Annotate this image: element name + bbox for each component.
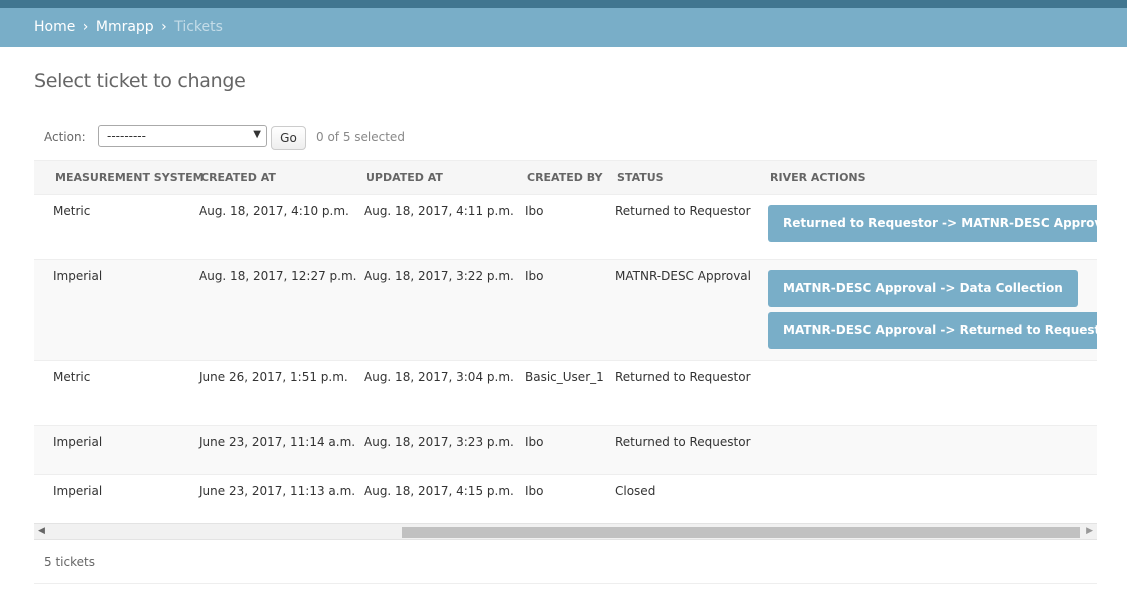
cell-river-actions: MATNR-DESC Approval -> Data Collection M… bbox=[751, 259, 1097, 361]
cell-measurement-system: Imperial bbox=[34, 475, 181, 524]
breadcrumb-home-link[interactable]: Home bbox=[34, 19, 75, 35]
cell-created-at: June 23, 2017, 11:13 a.m. bbox=[199, 484, 356, 498]
scrollbar-thumb[interactable] bbox=[402, 527, 1080, 538]
ticket-link[interactable]: Imperial bbox=[53, 484, 102, 498]
cell-created-by: Ibo bbox=[502, 425, 597, 475]
column-header-updated-at[interactable]: Updated At bbox=[346, 160, 502, 195]
caret-down-icon: ▼ bbox=[253, 129, 261, 140]
river-action-button[interactable]: MATNR-DESC Approval -> Data Collection bbox=[768, 270, 1078, 307]
actions-bar: Action: --------- ▼ Go 0 of 5 selected bbox=[34, 123, 1097, 159]
cell-status: MATNR-DESC Approval bbox=[597, 259, 751, 361]
column-header-river-actions[interactable]: River Actions bbox=[751, 160, 1097, 195]
table-row: Imperial June 23, 2017, 11:13 a.m. Aug. … bbox=[34, 475, 1097, 524]
cell-created-at: June 26, 2017, 1:51 p.m. bbox=[181, 360, 348, 426]
results-table: Measurement System Created At Updated At… bbox=[34, 160, 1097, 524]
ticket-link[interactable]: Metric bbox=[53, 204, 90, 218]
ticket-link[interactable]: Metric bbox=[53, 370, 90, 384]
cell-river-actions bbox=[751, 475, 1097, 524]
action-label: Action: bbox=[44, 130, 86, 144]
cell-created-at: Aug. 18, 2017, 12:27 p.m. bbox=[181, 259, 356, 361]
cell-river-actions: Returned to Requestor -> MATNR-DESC Appr… bbox=[751, 194, 1097, 260]
cell-created-by: Basic_User_1 bbox=[502, 360, 604, 426]
cell-status: Returned to Requestor bbox=[597, 194, 751, 260]
cell-updated-at: Aug. 18, 2017, 4:15 p.m. bbox=[364, 484, 514, 498]
column-header-created-by[interactable]: Created By bbox=[502, 160, 602, 195]
column-header-measurement-system[interactable]: Measurement System bbox=[34, 160, 204, 195]
cell-status: Closed bbox=[615, 484, 656, 498]
selection-counter: 0 of 5 selected bbox=[316, 130, 405, 144]
cell-updated-at: Aug. 18, 2017, 3:04 p.m. bbox=[346, 360, 514, 426]
table-row: Imperial Aug. 18, 2017, 12:27 p.m. Aug. … bbox=[34, 259, 1097, 361]
cell-updated-at: Aug. 18, 2017, 3:22 p.m. bbox=[346, 259, 514, 361]
action-select[interactable]: --------- ▼ bbox=[98, 125, 267, 147]
table-row: Metric June 26, 2017, 1:51 p.m. Aug. 18,… bbox=[34, 360, 1097, 426]
cell-created-at: Aug. 18, 2017, 4:10 p.m. bbox=[181, 194, 349, 260]
horizontal-scrollbar[interactable]: ◀ ▶ bbox=[34, 523, 1097, 540]
cell-river-actions bbox=[751, 360, 1097, 426]
river-action-button[interactable]: MATNR-DESC Approval -> Returned to Reque… bbox=[768, 312, 1097, 349]
cell-measurement-system: Imperial bbox=[34, 259, 181, 361]
column-header-created-at[interactable]: Created At bbox=[181, 160, 346, 195]
cell-river-actions bbox=[751, 425, 1097, 475]
cell-measurement-system: Imperial bbox=[34, 425, 181, 475]
cell-created-by: Ibo bbox=[525, 484, 544, 498]
breadcrumb: Home › Mmrapp › Tickets bbox=[0, 8, 1127, 47]
action-select-value: --------- bbox=[107, 129, 146, 143]
header-bar bbox=[0, 0, 1127, 8]
table-row: Imperial June 23, 2017, 11:14 a.m. Aug. … bbox=[34, 425, 1097, 475]
cell-updated-at: Aug. 18, 2017, 4:11 p.m. bbox=[346, 194, 514, 260]
page-title: Select ticket to change bbox=[34, 70, 246, 92]
breadcrumb-separator: › bbox=[161, 19, 167, 35]
river-action-button[interactable]: Returned to Requestor -> MATNR-DESC Appr… bbox=[768, 205, 1097, 242]
column-header-status[interactable]: Status bbox=[597, 160, 751, 195]
go-button[interactable]: Go bbox=[271, 126, 306, 150]
breadcrumb-current: Tickets bbox=[174, 19, 223, 35]
breadcrumb-app-link[interactable]: Mmrapp bbox=[96, 19, 154, 35]
cell-status: Returned to Requestor bbox=[597, 360, 751, 426]
table-header-row: Measurement System Created At Updated At… bbox=[34, 160, 1097, 195]
results-table-wrapper: Measurement System Created At Updated At… bbox=[34, 160, 1097, 541]
arrow-right-icon[interactable]: ▶ bbox=[1086, 526, 1093, 536]
table-row: Metric Aug. 18, 2017, 4:10 p.m. Aug. 18,… bbox=[34, 194, 1097, 260]
result-count: 5 tickets bbox=[34, 540, 1097, 584]
cell-created-by: Ibo bbox=[502, 259, 597, 361]
cell-updated-at: Aug. 18, 2017, 3:23 p.m. bbox=[346, 425, 514, 475]
breadcrumb-separator: › bbox=[82, 19, 89, 35]
cell-measurement-system: Metric bbox=[34, 360, 181, 426]
cell-created-at: June 23, 2017, 11:14 a.m. bbox=[181, 425, 355, 475]
ticket-link[interactable]: Imperial bbox=[53, 435, 102, 449]
cell-created-by: Ibo bbox=[502, 194, 597, 260]
cell-status: Returned to Requestor bbox=[597, 425, 751, 475]
cell-measurement-system: Metric bbox=[34, 194, 181, 260]
ticket-link[interactable]: Imperial bbox=[53, 269, 102, 283]
arrow-left-icon[interactable]: ◀ bbox=[38, 526, 45, 536]
